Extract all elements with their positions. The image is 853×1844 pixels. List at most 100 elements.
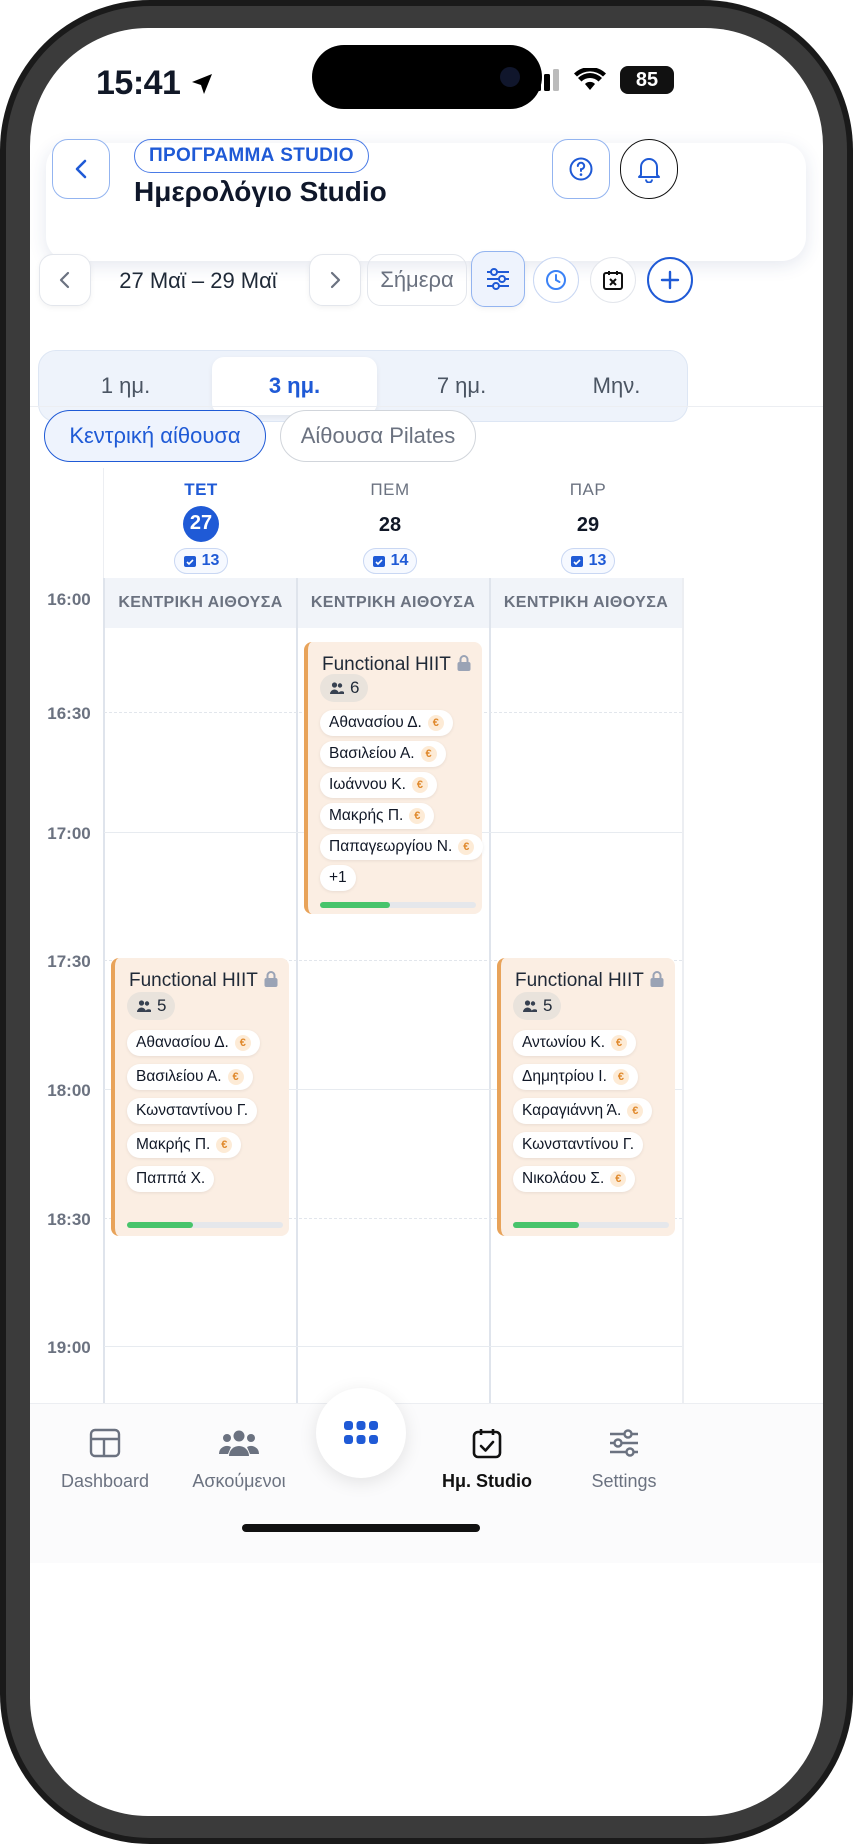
member-chip[interactable]: Αθανασίου Δ. € [127, 1030, 260, 1056]
apps-fab[interactable] [316, 1388, 406, 1478]
participants-count: 6 [350, 678, 360, 697]
screen: 15:41 85 ΠΡΟΓΡΑΜΜΑ STUDIO Ημερολόγιο Stu… [30, 28, 823, 1816]
room-main-pill[interactable]: Κεντρική αίθουσα [44, 410, 266, 462]
notifications-button[interactable] [620, 139, 678, 199]
tab-members[interactable]: Ασκούμενοι [164, 1423, 314, 1492]
room-header-wed: ΚΕΝΤΡΙΚΗ ΑΙΘΟΥΣΑ [104, 578, 297, 628]
occupancy-bar [320, 902, 476, 908]
room-header-thu: ΚΕΝΤΡΙΚΗ ΑΙΘΟΥΣΑ [297, 578, 490, 628]
euro-icon: € [227, 1069, 244, 1085]
tab-settings[interactable]: Settings [549, 1423, 699, 1492]
member-chip[interactable]: Καραγιάννη Ά. € [513, 1098, 653, 1124]
dashboard-icon [89, 1428, 121, 1458]
grid-dots-icon [344, 1421, 378, 1444]
session-count-badge: 14 [362, 548, 418, 574]
time-label: 17:00 [47, 824, 91, 843]
status-time: 15:41 [96, 64, 181, 102]
time-label: 19:00 [47, 1338, 91, 1357]
euro-icon: € [612, 1069, 629, 1085]
member-chip[interactable]: Δημητρίου Ι. € [513, 1064, 638, 1090]
day-of-week: ΠΕΜ [370, 480, 410, 499]
euro-icon: € [234, 1035, 251, 1051]
status-icons: 85 [526, 66, 674, 94]
tab-studio-calendar[interactable]: Ημ. Studio [412, 1423, 562, 1492]
time-button[interactable] [533, 257, 579, 303]
session-count-badge: 13 [560, 548, 616, 574]
more-members-chip[interactable]: +1 [320, 865, 356, 891]
filters-button[interactable] [471, 251, 525, 307]
location-arrow-icon [192, 74, 212, 94]
euro-icon: € [411, 777, 428, 793]
euro-icon: € [409, 808, 426, 824]
time-label: 16:00 [47, 590, 91, 609]
participants-count: 5 [157, 996, 167, 1015]
battery-indicator: 85 [620, 66, 674, 94]
participants-badge: 5 [127, 992, 176, 1020]
clock-icon [546, 270, 566, 290]
today-button[interactable]: Σήμερα [367, 254, 467, 306]
euro-icon: € [610, 1171, 627, 1187]
grid-col-line [682, 578, 684, 1438]
room-pilates-pill[interactable]: Αίθουσα Pilates [280, 410, 476, 462]
day-header-thu[interactable]: ΠΕΜ 28 14 [303, 480, 477, 574]
session-count-badge: 13 [173, 548, 229, 574]
cancel-day-button[interactable] [590, 257, 636, 303]
prev-range-button[interactable] [39, 254, 91, 306]
divider [30, 406, 823, 407]
day-header-fri[interactable]: ΠΑΡ 29 13 [501, 480, 675, 574]
member-chip[interactable]: Κωνσταντίνου Γ. [513, 1132, 644, 1158]
member-chip[interactable]: Αντωνίου Κ. € [513, 1030, 637, 1056]
session-count: 13 [588, 552, 607, 569]
member-chip[interactable]: Παππά Χ. [127, 1166, 215, 1192]
day-of-week: ΠΑΡ [569, 480, 607, 499]
member-chip[interactable]: Μακρής Π. € [320, 803, 435, 829]
member-chip[interactable]: Μακρής Π. € [127, 1132, 242, 1158]
back-button[interactable] [52, 139, 110, 199]
member-chip[interactable]: Βασιλείου Α. € [320, 741, 446, 767]
grid-col-line [489, 578, 491, 1438]
member-chip[interactable]: Νικολάου Σ. € [513, 1166, 636, 1192]
member-chip[interactable]: Αθανασίου Δ. € [320, 710, 453, 736]
participants-badge: 5 [513, 992, 562, 1020]
help-button[interactable] [552, 139, 610, 199]
euro-icon: € [427, 715, 444, 731]
member-chip[interactable]: Κωνσταντίνου Γ. [127, 1098, 258, 1124]
add-event-button[interactable] [647, 257, 693, 303]
member-chip[interactable]: Ιωάννου Κ. € [320, 772, 437, 798]
day-number: 28 [378, 514, 402, 536]
lock-icon [264, 971, 278, 987]
lock-icon [457, 655, 471, 671]
member-chip[interactable]: Βασιλείου Α. € [127, 1064, 253, 1090]
grid-col-line [296, 578, 298, 1438]
session-count: 13 [201, 552, 220, 569]
chevron-left-icon [59, 271, 70, 289]
calendar-check-icon [372, 556, 385, 567]
occupancy-fill [320, 902, 391, 908]
euro-icon: € [627, 1103, 644, 1119]
event-title: Functional HIIT [515, 970, 644, 991]
participants-count: 5 [543, 996, 553, 1015]
chevron-left-icon [75, 159, 87, 179]
calendar-check-icon [570, 556, 583, 567]
hour-line [104, 1346, 682, 1347]
tab-label: Dashboard [60, 1471, 150, 1491]
next-range-button[interactable] [309, 254, 361, 306]
plus-icon [660, 270, 680, 290]
time-label: 17:30 [47, 952, 91, 971]
day-header-wed[interactable]: ΤΕΤ 27 13 [114, 480, 288, 574]
page-title: Ημερολόγιο Studio [134, 176, 387, 207]
tab-dashboard[interactable]: Dashboard [30, 1423, 180, 1492]
users-icon [330, 682, 344, 694]
day-number: 29 [576, 514, 600, 536]
event-card-thu[interactable]: Functional HIIT 6 Αθανασίου Δ. € Βασιλείο… [304, 642, 484, 914]
member-chip[interactable]: Παπαγεωργίου Ν. € [320, 834, 484, 860]
event-card-wed[interactable]: Functional HIIT 5 Αθανασίου Δ. € Βασιλείο… [111, 958, 289, 1236]
event-title: Functional HIIT [129, 970, 258, 991]
euro-icon: € [216, 1137, 233, 1153]
event-card-fri[interactable]: Functional HIIT 5 Αντωνίου Κ. € Δημητρίου… [497, 958, 675, 1236]
lock-icon [650, 971, 664, 987]
room-header-fri: ΚΕΝΤΡΙΚΗ ΑΙΘΟΥΣΑ [490, 578, 683, 628]
settings-sliders-icon [610, 1429, 638, 1457]
day-number: 27 [183, 506, 219, 542]
tab-label: Settings [591, 1471, 657, 1491]
